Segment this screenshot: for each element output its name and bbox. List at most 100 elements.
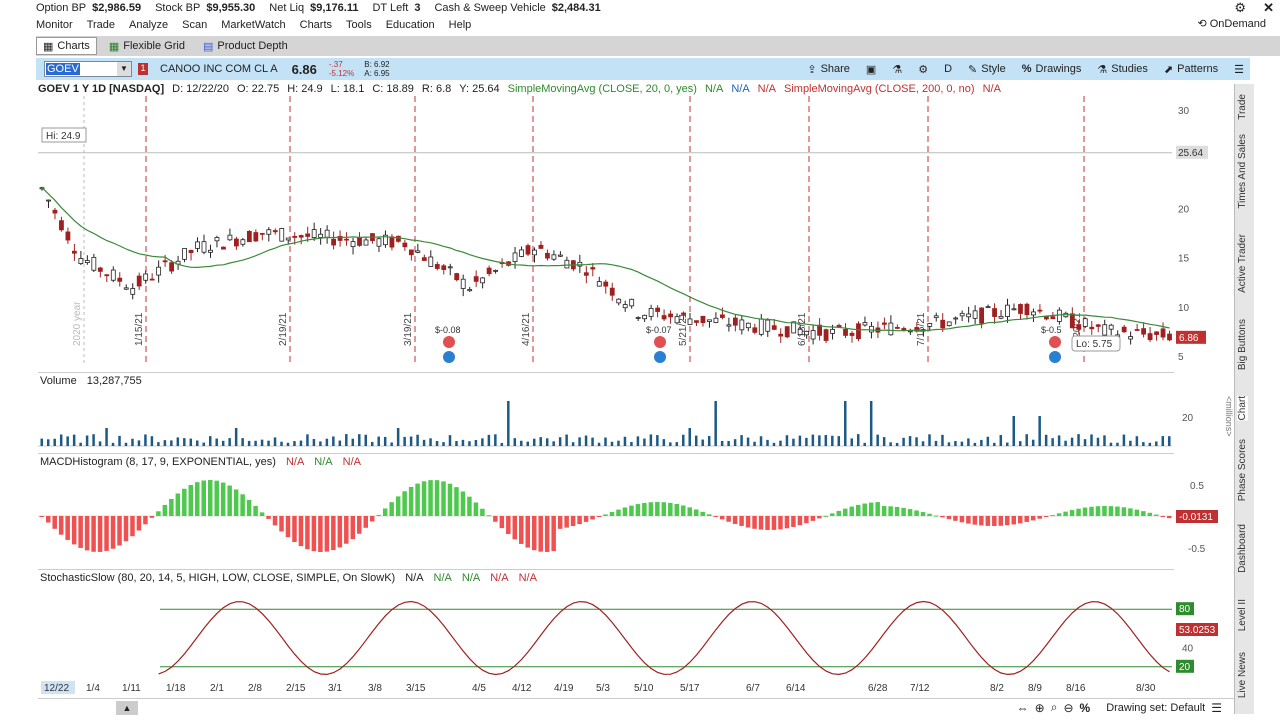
macd-bar — [590, 516, 595, 520]
macd-bar — [97, 516, 103, 552]
drawing-set-label[interactable]: Drawing set: Default — [1106, 702, 1205, 714]
bid-ask-block: B: 6.92 A: 6.95 — [364, 60, 390, 78]
style-button[interactable]: ✎ Style — [968, 63, 1006, 76]
right-tab-big-buttons[interactable]: Big Buttons — [1237, 319, 1248, 370]
macd-bar — [421, 481, 427, 516]
ondemand-button[interactable]: ⟲ OnDemand — [1198, 17, 1266, 31]
macd-bar — [382, 508, 388, 516]
macd-bar — [311, 516, 317, 552]
menu-item-scan[interactable]: Scan — [182, 19, 207, 31]
candle-body — [156, 266, 162, 276]
candle-body — [486, 267, 492, 275]
tab-charts[interactable]: ▦ Charts — [36, 37, 97, 55]
menu-item-tools[interactable]: Tools — [346, 19, 372, 31]
crosshair-icon[interactable]: ⊕ — [1035, 701, 1045, 715]
candle-body — [1134, 329, 1140, 331]
patterns-button[interactable]: ⬈ Patterns — [1164, 63, 1218, 76]
candle-body — [1018, 304, 1023, 314]
macd-bar — [940, 516, 945, 518]
menu-item-trade[interactable]: Trade — [87, 19, 115, 31]
chevron-down-icon[interactable]: ▼ — [117, 62, 131, 76]
x-tick-label: 5/10 — [634, 683, 654, 694]
percent-icon[interactable]: % — [1080, 701, 1091, 715]
zoom-icon[interactable]: ⌕ — [1051, 700, 1058, 715]
volume-bar — [370, 441, 374, 446]
month-label: 3/19/21 — [403, 312, 414, 346]
menu-item-monitor[interactable]: Monitor — [36, 19, 73, 31]
menu-button[interactable]: ☰ — [1234, 63, 1244, 76]
candle-body — [836, 325, 842, 328]
candle-body — [972, 310, 978, 319]
zoom-out-icon[interactable]: ⊖ — [1063, 701, 1073, 715]
candle-body — [720, 314, 725, 318]
volume-bar — [623, 436, 627, 446]
studies-button[interactable]: ⚗ Studies — [1097, 63, 1148, 76]
macd-bar — [1017, 516, 1023, 524]
candle-body — [1050, 316, 1056, 320]
candle-body — [888, 322, 894, 336]
macd-bar — [836, 510, 842, 516]
pan-icon[interactable]: ⇔ — [1017, 701, 1029, 715]
macd-bar — [564, 516, 569, 528]
right-tab-times-and-sales[interactable]: Times And Sales — [1237, 134, 1248, 209]
right-tab-live-news[interactable]: Live News — [1237, 652, 1248, 698]
volume-bar — [740, 435, 743, 446]
volume-bar — [468, 441, 471, 446]
gear-icon[interactable]: ⚙ — [1234, 0, 1246, 16]
right-tab-level-ii[interactable]: Level II — [1237, 599, 1248, 631]
candle-body — [668, 313, 673, 318]
menu-item-education[interactable]: Education — [386, 19, 435, 31]
candle-body — [519, 249, 524, 257]
right-tab-chart[interactable]: Chart — [1237, 396, 1248, 421]
right-tab-phase-scores[interactable]: Phase Scores — [1237, 439, 1248, 501]
screenshot-button[interactable]: ▣ — [866, 63, 876, 76]
macd-bar — [188, 484, 194, 516]
macd-bar — [233, 489, 239, 516]
volume-bar — [973, 442, 977, 446]
menu-item-charts[interactable]: Charts — [300, 19, 332, 31]
settings-button[interactable]: ⚙ — [918, 63, 928, 76]
macd-bar — [1160, 516, 1166, 517]
menu-item-help[interactable]: Help — [449, 19, 472, 31]
volume-bar — [1018, 441, 1022, 446]
candle-body — [1037, 309, 1043, 312]
tab-flexible-grid[interactable]: ▦ Flexible Grid — [103, 37, 191, 55]
macd-bar — [305, 516, 310, 550]
candle-body — [1160, 328, 1166, 338]
link-icon[interactable]: 1 — [138, 63, 148, 75]
macd-bar — [480, 508, 485, 516]
account-label: Net Liq — [269, 2, 305, 14]
tab-product-depth[interactable]: ▤ Product Depth — [197, 37, 294, 55]
macd-bar — [972, 516, 978, 525]
candle-body — [331, 238, 337, 246]
share-button[interactable]: ⇪ Share — [807, 63, 850, 76]
right-tab-trade[interactable]: Trade — [1237, 94, 1248, 120]
candle-body — [1108, 324, 1114, 330]
hamburger-icon[interactable]: ☰ — [1211, 701, 1222, 715]
right-tab-active-trader[interactable]: Active Trader — [1237, 234, 1248, 293]
candle-body — [473, 276, 479, 282]
volume-bar — [980, 439, 983, 446]
flask-button[interactable]: ⚗ — [892, 63, 902, 76]
macd-bar — [441, 481, 446, 516]
timeframe-button[interactable]: D — [944, 63, 952, 75]
collapse-icon[interactable]: ▲ — [116, 700, 138, 715]
menu-item-marketwatch[interactable]: MarketWatch — [221, 19, 285, 31]
macd-bar — [778, 516, 783, 530]
subtabs-bar: ▦ Charts ▦ Flexible Grid ▤ Product Depth — [36, 36, 1280, 56]
symbol-input[interactable]: GOEV ▼ — [44, 61, 132, 77]
macd-bar — [1043, 516, 1049, 517]
drawings-button[interactable]: % Drawings — [1022, 63, 1082, 75]
close-icon[interactable]: ✕ — [1263, 0, 1274, 16]
macd-bar — [506, 516, 511, 535]
sma-line — [41, 187, 1170, 332]
macd-bar — [58, 516, 64, 535]
volume-bar — [299, 440, 303, 446]
volume-bar — [280, 441, 283, 446]
candle-body — [817, 324, 822, 336]
volume-bar — [72, 434, 76, 446]
chart-area[interactable]: 30 20 15 10 5 25.64 6.86 1/15/21 2/19/21 3/19/21 4… — [38, 96, 1234, 700]
candle-body — [512, 252, 518, 262]
right-tab-dashboard[interactable]: Dashboard — [1237, 524, 1248, 573]
menu-item-analyze[interactable]: Analyze — [129, 19, 168, 31]
